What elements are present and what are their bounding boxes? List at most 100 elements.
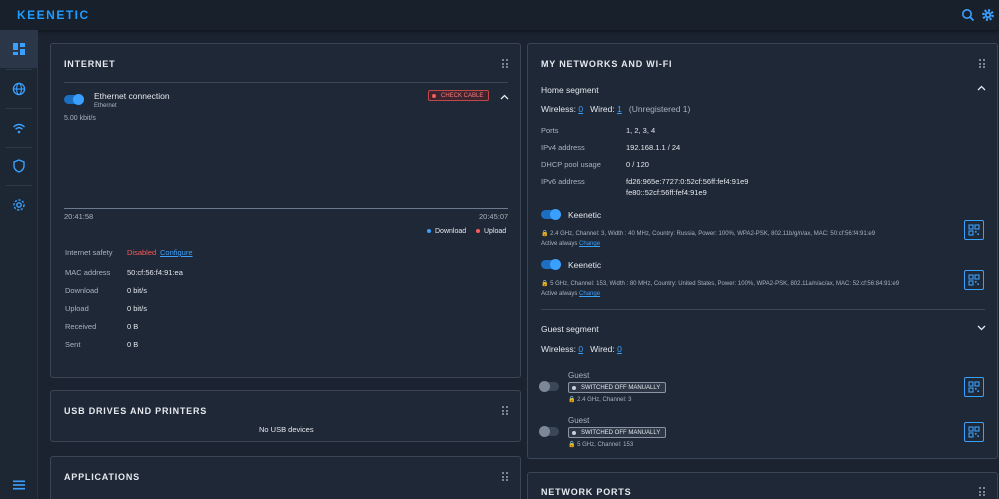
gear-icon xyxy=(13,199,25,211)
brand-logo[interactable]: KEENETIC xyxy=(17,8,90,22)
hamburger-icon xyxy=(13,480,25,490)
speed-value: 5.00 kbit/s xyxy=(64,115,96,122)
change-schedule-link[interactable]: Change xyxy=(579,241,600,247)
connection-toggle[interactable] xyxy=(64,94,84,105)
legend-download: Download xyxy=(427,228,466,235)
globe-icon xyxy=(12,82,26,96)
row-label: IPv4 address xyxy=(541,143,585,152)
drag-handle-icon[interactable] xyxy=(979,487,985,496)
graph-baseline xyxy=(64,208,508,209)
card-title: INTERNET xyxy=(64,59,116,69)
qr-code-icon xyxy=(968,381,980,393)
card-title: USB DRIVES AND PRINTERS xyxy=(64,406,208,416)
row-label: Sent xyxy=(65,340,81,349)
wireless-count-link[interactable]: 0 xyxy=(578,104,583,114)
card-title: NETWORK PORTS xyxy=(541,487,632,497)
wifi-name[interactable]: Keenetic xyxy=(568,260,601,270)
wireless-count-link[interactable]: 0 xyxy=(578,344,583,354)
qr-code-icon xyxy=(968,224,980,236)
row-label: Upload xyxy=(65,304,89,313)
ipv6-value-2: fe80::52cf:56ff:fef4:91e9 xyxy=(626,188,707,197)
divider xyxy=(541,309,985,310)
wifi-toggle[interactable] xyxy=(541,209,561,220)
home-segment-title[interactable]: Home segment xyxy=(541,85,599,95)
sidebar xyxy=(0,30,38,499)
row-label: Download xyxy=(65,286,99,295)
connection-type: Ethernet xyxy=(94,103,117,109)
wired-count-link[interactable]: 0 xyxy=(617,344,622,354)
qr-code-button[interactable] xyxy=(964,422,984,442)
sidebar-item-dashboard[interactable] xyxy=(0,30,38,68)
ipv6-value: fd26:965e:7727:0:52cf:56ff:fef4:91e9 xyxy=(626,177,749,186)
wifi-toggle[interactable] xyxy=(541,259,561,270)
drag-handle-icon[interactable] xyxy=(502,472,508,481)
usb-card: USB DRIVES AND PRINTERS No USB devices xyxy=(50,390,521,442)
chevron-up-icon[interactable] xyxy=(977,85,986,91)
usb-empty-message: No USB devices xyxy=(259,425,314,434)
qr-code-icon xyxy=(968,274,980,286)
sidebar-item-wifi[interactable] xyxy=(0,109,38,147)
received-value: 0 B xyxy=(127,322,139,331)
card-title: MY NETWORKS AND WI-FI xyxy=(541,59,673,69)
wifi-icon xyxy=(13,123,25,134)
sidebar-item-internet[interactable] xyxy=(0,70,38,108)
card-title: APPLICATIONS xyxy=(64,472,140,482)
chevron-up-icon[interactable] xyxy=(500,94,509,100)
connection-name[interactable]: Ethernet connection xyxy=(94,91,170,101)
dashboard-icon xyxy=(13,43,25,55)
sent-value: 0 B xyxy=(127,340,139,349)
row-label: Received xyxy=(65,322,97,331)
row-label: MAC address xyxy=(65,268,111,277)
graph-time-start: 20:41:58 xyxy=(64,212,94,221)
guest-wifi-name[interactable]: Guest xyxy=(568,371,589,380)
divider xyxy=(64,82,508,83)
guest-clients: Wireless: 0 Wired: 0 xyxy=(541,344,622,354)
mac-address-value: 50:cf:56:f4:91:ea xyxy=(127,268,183,277)
guest-wifi-toggle[interactable] xyxy=(539,426,559,437)
change-schedule-link[interactable]: Change xyxy=(579,291,600,297)
guest-wifi-name[interactable]: Guest xyxy=(568,416,589,425)
configure-link[interactable]: Configure xyxy=(160,248,193,257)
wifi-schedule: Active always Change xyxy=(541,241,601,247)
status-badge: CHECK CABLE xyxy=(428,90,490,101)
gear-icon[interactable] xyxy=(981,8,995,22)
row-label: IPv6 address xyxy=(541,177,585,186)
status-badge: SWITCHED OFF MANUALLY xyxy=(568,382,667,393)
row-label: Ports xyxy=(541,126,559,135)
guest-wifi-toggle[interactable] xyxy=(539,381,559,392)
legend-upload: Upload xyxy=(476,228,506,235)
shield-icon xyxy=(13,159,25,173)
top-bar: KEENETIC xyxy=(0,0,999,30)
row-label: DHCP pool usage xyxy=(541,160,601,169)
ipv4-value: 192.168.1.1 / 24 xyxy=(626,143,681,152)
search-icon[interactable] xyxy=(961,8,975,22)
drag-handle-icon[interactable] xyxy=(979,59,985,68)
upload-value: 0 bit/s xyxy=(127,304,148,313)
qr-code-icon xyxy=(968,426,980,438)
ports-value: 1, 2, 3, 4 xyxy=(626,126,656,135)
drag-handle-icon[interactable] xyxy=(502,406,508,415)
row-label: Internet safety xyxy=(65,248,113,257)
dhcp-pool-value: 0 / 120 xyxy=(626,160,649,169)
wifi-name[interactable]: Keenetic xyxy=(568,210,601,220)
sidebar-item-settings[interactable] xyxy=(0,186,38,224)
wired-count-link[interactable]: 1 xyxy=(617,104,622,114)
home-clients: Wireless: 0 Wired: 1 (Unregistered 1) xyxy=(541,104,691,114)
qr-code-button[interactable] xyxy=(964,220,984,240)
download-value: 0 bit/s xyxy=(127,286,148,295)
network-ports-card: NETWORK PORTS xyxy=(527,472,998,499)
wifi-schedule: Active always Change xyxy=(541,291,601,297)
graph-time-end: 20:45:07 xyxy=(479,212,509,221)
guest-wifi-details: 🔒 5 GHz, Channel: 153 xyxy=(568,442,634,448)
qr-code-button[interactable] xyxy=(964,270,984,290)
guest-segment-title[interactable]: Guest segment xyxy=(541,324,599,334)
sidebar-item-security[interactable] xyxy=(0,147,38,185)
wifi-details: 🔒 5 GHz, Channel: 153, Width : 80 MHz, C… xyxy=(541,281,900,287)
qr-code-button[interactable] xyxy=(964,377,984,397)
wifi-details: 🔒 2.4 GHz, Channel: 3, Width : 40 MHz, C… xyxy=(541,231,876,237)
networks-card: MY NETWORKS AND WI-FI Home segment Wirel… xyxy=(527,43,998,459)
sidebar-menu-button[interactable] xyxy=(0,466,38,499)
drag-handle-icon[interactable] xyxy=(502,59,508,68)
chevron-down-icon[interactable] xyxy=(977,325,986,331)
guest-wifi-details: 🔒 2.4 GHz, Channel: 3 xyxy=(568,397,632,403)
